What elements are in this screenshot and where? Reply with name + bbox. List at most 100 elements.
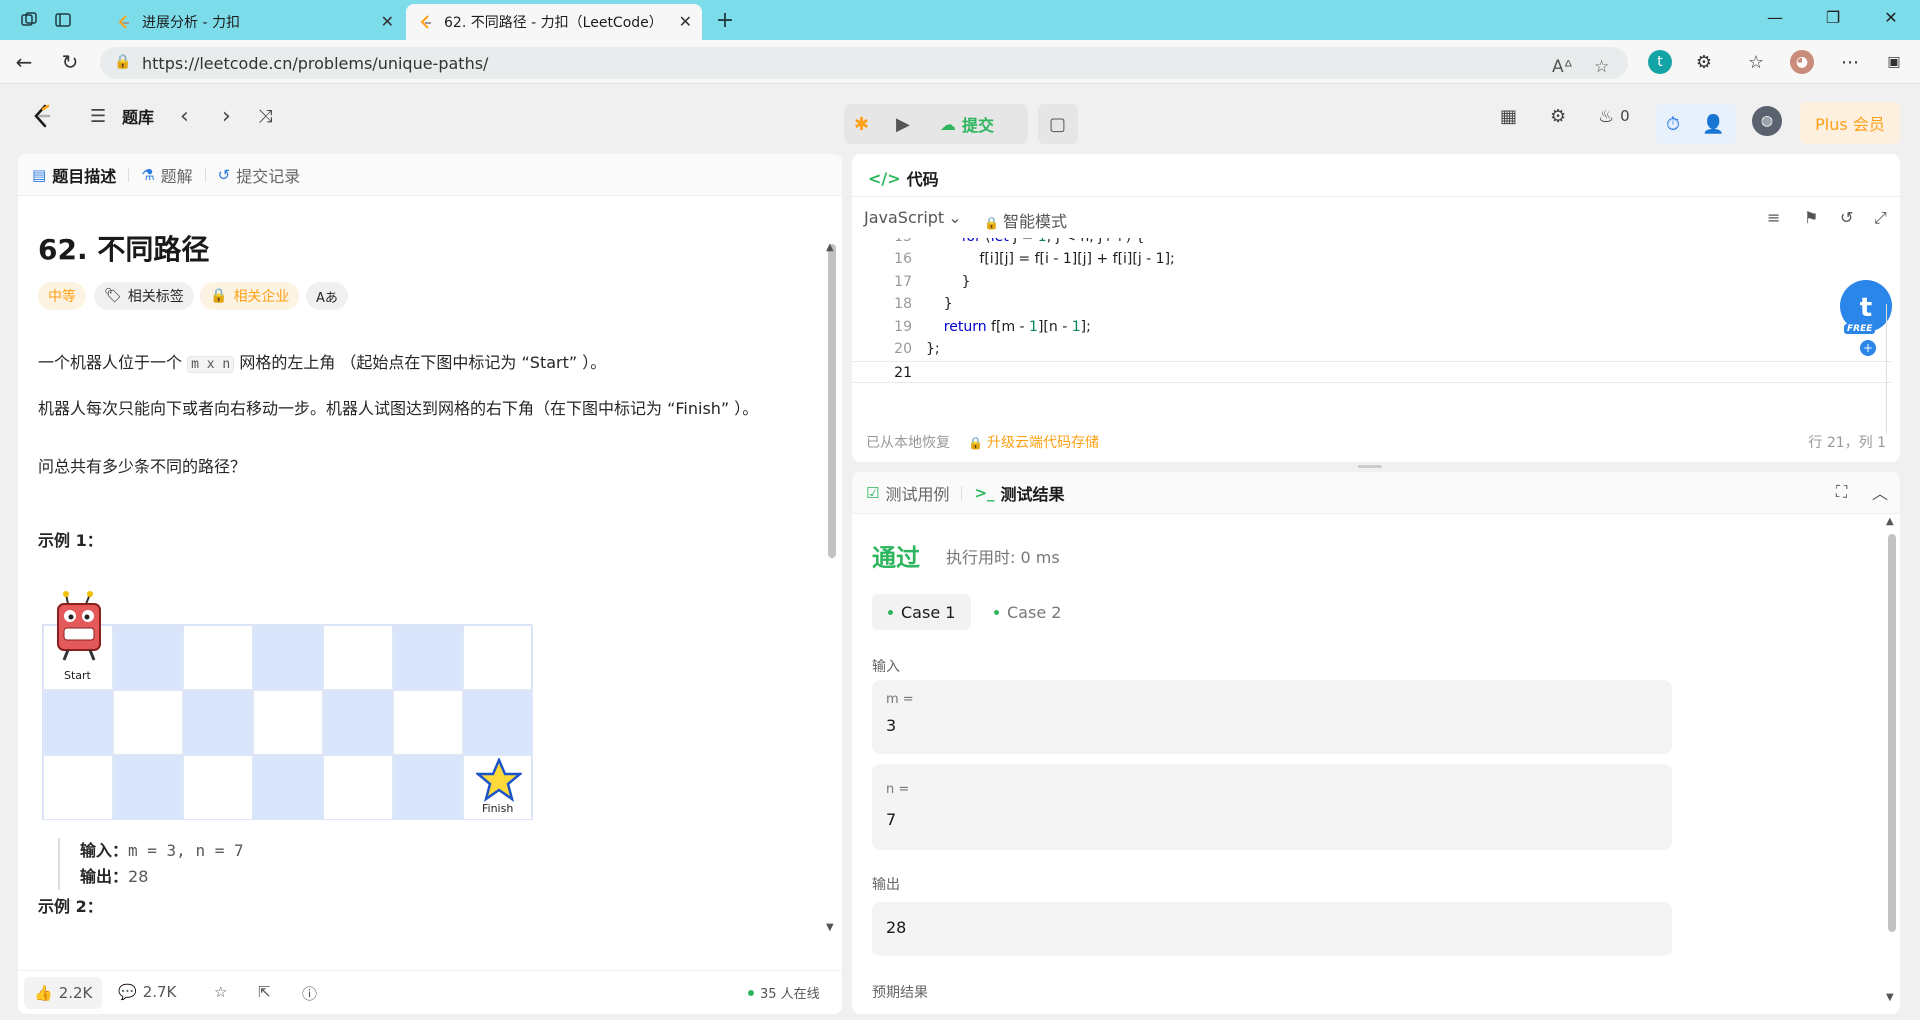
- code-line: 18 }: [852, 293, 1892, 316]
- next-problem-icon[interactable]: ›: [222, 104, 231, 129]
- new-tab-icon[interactable]: +: [714, 8, 736, 33]
- scroll-up-icon[interactable]: ▲: [1886, 516, 1894, 527]
- upgrade-label: 升级云端代码存储: [986, 435, 1099, 451]
- line-code: }: [926, 296, 953, 312]
- grid-cell: [183, 690, 253, 755]
- extensions-icon[interactable]: ⚙: [1692, 50, 1716, 74]
- close-icon[interactable]: ✕: [679, 12, 692, 31]
- result-status: 通过: [872, 544, 920, 572]
- back-icon[interactable]: ←: [12, 50, 36, 74]
- tab-label: 提交记录: [236, 166, 301, 186]
- case-2-tab[interactable]: Case 2: [984, 594, 1071, 630]
- timer-icon[interactable]: ⏱: [1666, 112, 1680, 136]
- expected-heading: 预期结果: [872, 985, 928, 1001]
- result-scrollbar[interactable]: [1888, 534, 1896, 932]
- expand-icon[interactable]: ⛶: [1836, 482, 1847, 502]
- help-icon[interactable]: ⓘ: [302, 983, 317, 1004]
- problem-bank-link[interactable]: 题库: [122, 104, 154, 128]
- description-panel: ▤ 题目描述 ⚗ 题解 ↺ 提交记录 62. 不同路径 中等 🏷 相关标签 🔒 相关企业 …: [18, 154, 842, 1014]
- description-scrollbar[interactable]: [828, 244, 836, 558]
- reload-icon[interactable]: ↻: [58, 50, 82, 74]
- star-favorite-icon[interactable]: ☆: [214, 983, 227, 1001]
- leetcode-app: ☰ 题库 ‹ › ⤨ ✱ ▶ ☁ 提交 ▢ ▦ ⚙ ♨ 0 ⏱ 👤 ◍ Plus 会…: [0, 84, 1920, 1020]
- history-icon: ↺: [217, 165, 231, 184]
- scroll-up-icon[interactable]: ▲: [826, 242, 834, 253]
- note-button[interactable]: ▢: [1038, 104, 1078, 144]
- favorites-icon[interactable]: ☆: [1744, 50, 1768, 74]
- translate-font-chip[interactable]: Aあ: [306, 282, 348, 310]
- tab-test-result[interactable]: >_ 测试结果: [974, 481, 1064, 505]
- like-button[interactable]: 👍 2.2K: [24, 977, 103, 1009]
- tab-description[interactable]: ▤ 题目描述: [32, 163, 116, 187]
- related-companies-chip[interactable]: 🔒 相关企业: [200, 282, 300, 310]
- tab-title: 62. 不同路径 - 力扣（LeetCode）: [444, 15, 663, 31]
- grid-cell: [393, 690, 463, 755]
- line-number: 16: [894, 251, 912, 267]
- grid-cell: [393, 755, 463, 820]
- case-label: Case 1: [901, 602, 956, 622]
- case-1-tab[interactable]: Case 1: [872, 594, 972, 630]
- streak-fire-icon[interactable]: ♨ 0: [1598, 104, 1630, 128]
- related-tags-chip[interactable]: 🏷 相关标签: [94, 282, 194, 310]
- bookmark-icon[interactable]: ⚑: [1804, 208, 1818, 227]
- code-editor[interactable]: 15 for (let j = 1; j < n; j++) { 16 f[i]…: [852, 238, 1892, 408]
- add-icon[interactable]: +: [1860, 340, 1876, 356]
- run-icon[interactable]: ▶: [896, 112, 910, 136]
- language-select[interactable]: JavaScript ⌄: [864, 208, 962, 227]
- tab-submissions[interactable]: ↺ 提交记录: [218, 163, 301, 187]
- profile-avatar[interactable]: ◕: [1790, 50, 1814, 74]
- debug-icon[interactable]: ✱: [854, 112, 869, 136]
- leetcode-logo-icon[interactable]: [32, 104, 54, 128]
- settings-icon[interactable]: ⚙: [1550, 104, 1566, 128]
- sidebar-toggle-icon[interactable]: ▣: [1882, 50, 1906, 74]
- random-problem-icon[interactable]: ⤨: [258, 104, 272, 128]
- tab-solutions[interactable]: ⚗ 题解: [141, 163, 192, 187]
- fullscreen-icon[interactable]: ⤢: [1874, 208, 1887, 228]
- read-aloud-icon[interactable]: Aᐞ: [1552, 57, 1573, 77]
- browser-tab-unique-paths[interactable]: 62. 不同路径 - 力扣（LeetCode） ✕: [406, 4, 702, 40]
- reset-icon[interactable]: ↺: [1840, 208, 1853, 227]
- close-icon[interactable]: ✕: [381, 12, 394, 31]
- grid-cell: [253, 690, 323, 755]
- like-count: 2.2K: [58, 984, 93, 1002]
- tab-actions-icon[interactable]: [52, 9, 74, 31]
- language-label: JavaScript: [864, 208, 945, 227]
- translate-extension-icon[interactable]: t: [1648, 50, 1672, 74]
- line-number: 18: [894, 296, 912, 312]
- format-icon[interactable]: ≡: [1767, 208, 1780, 227]
- plus-member-button[interactable]: Plus 会员: [1800, 102, 1900, 144]
- problem-list-icon[interactable]: ☰: [90, 104, 106, 128]
- more-icon[interactable]: ⋯: [1838, 50, 1862, 74]
- url-field[interactable]: 🔒 https://leetcode.cn/problems/unique-pa…: [100, 47, 1628, 79]
- comments-button[interactable]: 💬 2.7K: [118, 983, 176, 1001]
- invite-user-icon[interactable]: 👤: [1702, 112, 1724, 136]
- document-icon: ▤: [32, 165, 47, 184]
- favorite-star-icon[interactable]: ☆: [1594, 57, 1609, 77]
- code-minimap-edge: [1886, 304, 1896, 434]
- upgrade-cloud-link[interactable]: 🔒 升级云端代码存储: [968, 432, 1099, 452]
- layout-icon[interactable]: ▦: [1500, 104, 1517, 128]
- finish-label: Finish: [482, 802, 514, 815]
- line-code: return f[m - 1][n - 1];: [926, 318, 1091, 335]
- grid-cell: [393, 625, 463, 690]
- line-number: 20: [894, 341, 912, 357]
- grid-cell: [113, 625, 183, 690]
- collapse-icon[interactable]: ︿: [1872, 480, 1888, 504]
- tab-testcases[interactable]: ☑ 测试用例: [866, 481, 949, 505]
- share-icon[interactable]: ⇱: [258, 983, 271, 1001]
- restore-icon[interactable]: ❐: [1822, 8, 1844, 30]
- paragraph-3: 问总共有多少条不同的路径？: [38, 457, 247, 476]
- user-avatar[interactable]: ◍: [1752, 106, 1782, 136]
- start-label: Start: [64, 669, 91, 682]
- scroll-down-icon[interactable]: ▼: [1886, 992, 1894, 1003]
- browser-tab-progress[interactable]: 进展分析 - 力扣 ✕: [104, 4, 404, 40]
- panel-splitter[interactable]: [1358, 465, 1382, 468]
- submit-button[interactable]: ☁ 提交: [940, 112, 994, 136]
- minimize-icon[interactable]: —: [1764, 8, 1786, 30]
- line-code: }: [926, 273, 971, 290]
- scroll-down-icon[interactable]: ▼: [826, 922, 834, 933]
- workspaces-icon[interactable]: [18, 9, 40, 31]
- prev-problem-icon[interactable]: ‹: [180, 104, 189, 129]
- smart-mode-toggle[interactable]: 🔒 智能模式: [984, 208, 1067, 232]
- close-window-icon[interactable]: ✕: [1880, 8, 1902, 30]
